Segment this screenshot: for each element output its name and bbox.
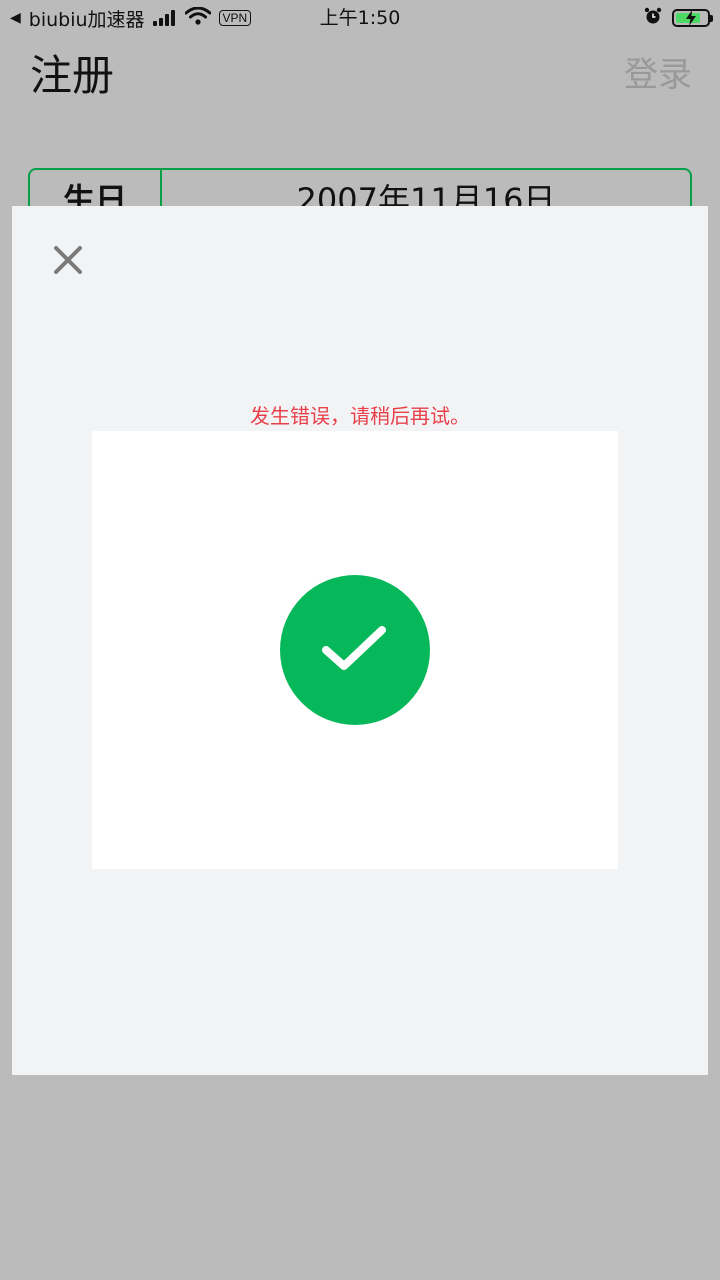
status-time: 上午1:50	[319, 7, 401, 29]
error-message: 发生错误，请稍后再试。	[250, 404, 470, 428]
status-bar-right	[644, 6, 713, 30]
login-link[interactable]: 登录	[624, 52, 692, 98]
check-circle-icon	[280, 575, 430, 725]
status-bar: ◀ biubiu加速器 VPN 上午1:50	[0, 0, 720, 36]
page-title: 注册	[30, 51, 115, 100]
verification-modal: 发生错误，请稍后再试。	[12, 206, 708, 1075]
alarm-icon	[644, 7, 662, 29]
captcha-panel	[92, 431, 618, 869]
close-button[interactable]	[50, 242, 86, 278]
close-icon[interactable]	[53, 245, 83, 275]
battery-charging-icon	[672, 9, 713, 27]
